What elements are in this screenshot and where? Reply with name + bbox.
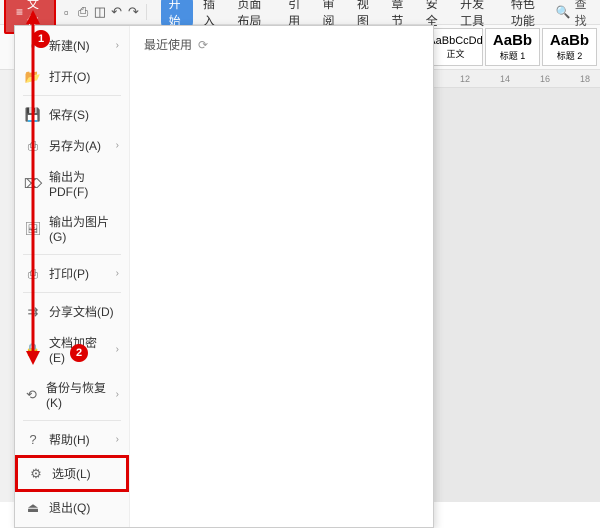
style-heading1[interactable]: AaBb 标题 1: [485, 28, 540, 66]
chevron-right-icon: ›: [116, 40, 119, 51]
open-icon: 📂: [25, 69, 41, 85]
save-icon[interactable]: ▫: [60, 4, 73, 20]
search-label: 查找: [575, 0, 590, 29]
menu-split[interactable]: ⇉分享文档(D): [15, 296, 129, 327]
preview-icon[interactable]: ◫: [93, 4, 106, 20]
style-h2-label: 标题 2: [557, 49, 583, 62]
hamburger-icon: ≡: [16, 5, 23, 19]
recent-files-panel: 最近使用 ⟳: [130, 26, 433, 527]
menu-export-image[interactable]: 🖼输出为图片(G): [15, 206, 129, 251]
menu-open[interactable]: 📂打开(O): [15, 61, 129, 92]
redo-icon[interactable]: ↷: [127, 4, 140, 20]
image-icon: 🖼: [25, 221, 41, 237]
lock-icon: 🔒: [25, 342, 41, 358]
chevron-right-icon: ›: [116, 344, 119, 355]
save-icon: 💾: [25, 107, 41, 123]
style-h1-label: 标题 1: [500, 49, 526, 62]
search-icon: 🔍: [556, 5, 571, 19]
help-icon: ?: [25, 432, 41, 448]
menu-print[interactable]: ⎙打印(P)›: [15, 258, 129, 289]
menu-options[interactable]: ⚙选项(L): [15, 455, 129, 492]
chevron-right-icon: ›: [116, 268, 119, 279]
menu-divider: [23, 254, 121, 255]
chevron-right-icon: ›: [116, 389, 119, 400]
style-normal[interactable]: AaBbCcDd 正文: [428, 28, 483, 66]
menu-backup[interactable]: ⟲备份与恢复(K)›: [15, 372, 129, 417]
menu-divider: [23, 420, 121, 421]
gear-icon: ⚙: [28, 466, 44, 482]
separator: [146, 4, 147, 20]
recent-title: 最近使用 ⟳: [144, 36, 419, 53]
chevron-right-icon: ›: [116, 434, 119, 445]
callout-2: 2: [70, 344, 88, 362]
style-h2-preview: AaBb: [550, 32, 589, 49]
print-icon: ⎙: [25, 266, 41, 282]
menu-exit[interactable]: ⏏退出(Q): [15, 492, 129, 523]
menu-saveas[interactable]: ⎙另存为(A)›: [15, 130, 129, 161]
search-button[interactable]: 🔍 查找: [556, 0, 596, 29]
menu-help[interactable]: ?帮助(H)›: [15, 424, 129, 455]
pdf-icon: ⌦: [25, 176, 41, 192]
style-h1-preview: AaBb: [493, 32, 532, 49]
backup-icon: ⟲: [25, 387, 38, 403]
file-menu-list: ▫新建(N)› 📂打开(O) 💾保存(S) ⎙另存为(A)› ⌦输出为PDF(F…: [15, 26, 130, 527]
style-heading2[interactable]: AaBb 标题 2: [542, 28, 597, 66]
style-normal-label: 正文: [446, 47, 464, 60]
saveas-icon: ⎙: [25, 138, 41, 154]
quick-access-toolbar: ≡ 文件 ▫ ⎙ ◫ ↶ ↷ 开始 插入 页面布局 引用 审阅 视图 章节 安全…: [0, 0, 600, 25]
refresh-icon[interactable]: ⟳: [198, 38, 208, 52]
menu-save[interactable]: 💾保存(S): [15, 99, 129, 130]
undo-icon[interactable]: ↶: [110, 4, 123, 20]
chevron-right-icon: ›: [116, 140, 119, 151]
menu-export-pdf[interactable]: ⌦输出为PDF(F): [15, 161, 129, 206]
style-normal-preview: AaBbCcDd: [428, 35, 482, 47]
menu-divider: [23, 95, 121, 96]
menu-divider: [23, 292, 121, 293]
callout-1: 1: [32, 30, 50, 48]
share-icon: ⇉: [25, 304, 41, 320]
print-icon[interactable]: ⎙: [77, 4, 90, 20]
file-menu-dropdown: ▫新建(N)› 📂打开(O) 💾保存(S) ⎙另存为(A)› ⌦输出为PDF(F…: [14, 25, 434, 528]
